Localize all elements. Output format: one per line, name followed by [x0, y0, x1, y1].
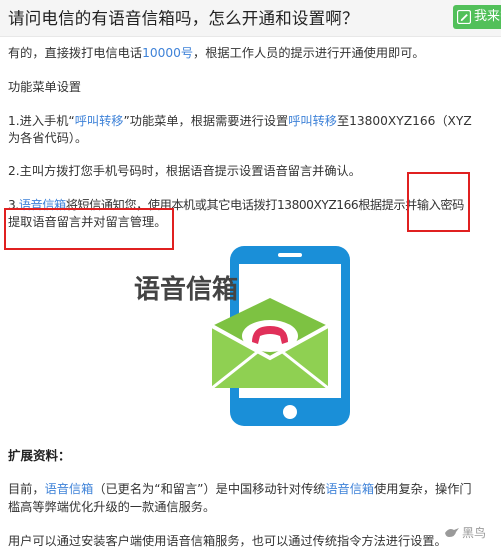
- step3-line2: 提取语音留言并对留言管理。: [8, 215, 167, 229]
- voicemail-link-3[interactable]: 语音信箱: [325, 482, 374, 496]
- edit-icon: [457, 10, 471, 24]
- intro-text-rest: ，根据工作人员的提示进行开通使用即可。: [193, 46, 425, 60]
- extended-text-c: 使用复杂，操作门: [374, 482, 472, 496]
- step1-text-a: 1.进入手机“: [8, 114, 75, 128]
- voicemail-phone-envelope-icon: 语音信箱: [134, 246, 350, 426]
- question-header: 请问电信的有语音信箱吗，怎么开通和设置啊？ 我来答: [0, 0, 501, 37]
- step1-text-c: 至13800XYZ166（XYZ: [336, 114, 472, 128]
- extended-text-b: （已更名为“和留言”）是中国移动针对传统: [93, 482, 326, 496]
- step1-line2: 为各省代码）。: [8, 131, 88, 145]
- extended-line1: 目前，语音信箱（已更名为“和留言”）是中国移动针对传统语音信箱使用复杂，操作门: [8, 479, 472, 497]
- call-forward-link[interactable]: 呼叫转移: [75, 114, 124, 128]
- extended-text-a: 目前，: [8, 482, 45, 496]
- voicemail-link[interactable]: 语音信箱: [19, 198, 66, 212]
- extended-heading: 扩展资料：: [8, 448, 71, 463]
- question-title: 请问电信的有语音信箱吗，怎么开通和设置啊？: [8, 9, 359, 28]
- step3-text: 将短信通知您，使用本机或其它电话拨打13800XYZ166根据提示并输入密码: [65, 198, 465, 212]
- step3-line1: 3.语音信箱将短信通知您，使用本机或其它电话拨打13800XYZ166根据提示并…: [8, 195, 464, 213]
- intro-line: 有的，直接拨打电信电话10000号，根据工作人员的提示进行开通使用即可。: [8, 43, 425, 61]
- answer-button-label: 我来答: [474, 9, 501, 24]
- bird-logo-icon: [445, 528, 459, 537]
- extended-line2: 槛高等弊端优化升级的一款通信服务。: [8, 500, 216, 514]
- menu-title: 功能菜单设置: [8, 80, 82, 94]
- step1-text-b: ”功能菜单，根据需要进行设置: [123, 114, 289, 128]
- step1-line1: 1.进入手机“呼叫转移”功能菜单，根据需要进行设置呼叫转移至13800XYZ16…: [8, 111, 472, 129]
- step3-prefix: 3.: [8, 198, 19, 212]
- illustration-label: 语音信箱: [134, 274, 238, 305]
- voicemail-link-2[interactable]: 语音信箱: [45, 482, 94, 496]
- answer-button[interactable]: 我来答: [453, 5, 501, 29]
- step2-line: 2.主叫方拨打您手机号码时，根据语音提示设置语音留言并确认。: [8, 164, 361, 178]
- intro-text: 有的，直接拨打电信电话: [8, 46, 143, 60]
- extended-line3: 用户可以通过安装客户端使用语音信箱服务，也可以通过传统指令方法进行设置。: [8, 534, 447, 548]
- phone-number-link[interactable]: 10000号: [142, 46, 193, 60]
- watermark-text: 黑鸟: [462, 526, 487, 540]
- call-forward-link-2[interactable]: 呼叫转移: [288, 114, 337, 128]
